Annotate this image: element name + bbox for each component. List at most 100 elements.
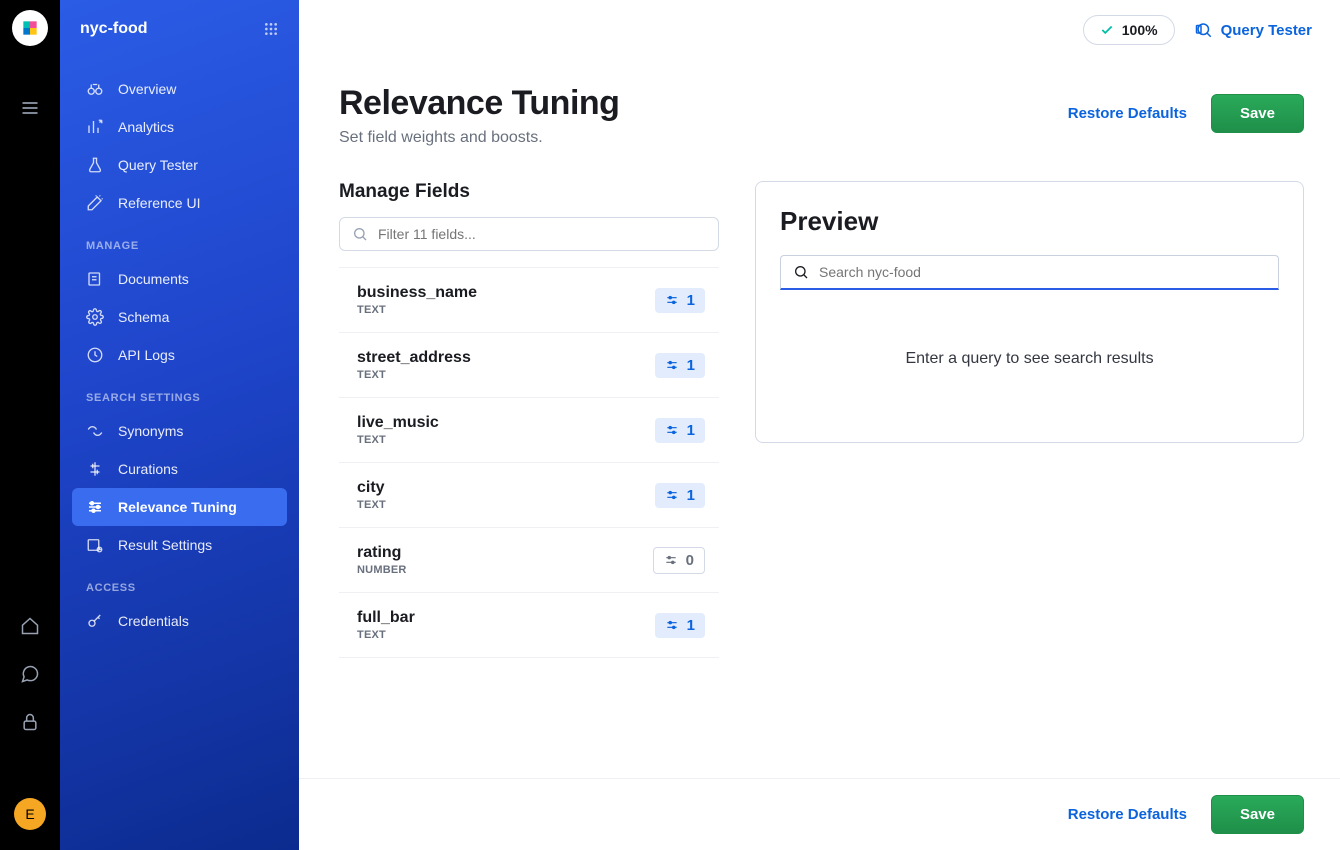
- field-name: full_bar: [357, 609, 415, 627]
- weight-value: 1: [687, 357, 695, 374]
- field-row[interactable]: full_bar TEXT 1: [339, 593, 719, 658]
- weight-badge[interactable]: 0: [653, 547, 705, 574]
- save-button-footer[interactable]: Save: [1211, 795, 1304, 834]
- synonyms-icon: [86, 422, 104, 440]
- sidebar-item-curations[interactable]: Curations: [72, 450, 287, 488]
- sidebar-group-label: ACCESS: [72, 564, 287, 602]
- sidebar-item-schema[interactable]: Schema: [72, 298, 287, 336]
- sidebar-item-label: Curations: [118, 461, 178, 477]
- sidebar-item-label: API Logs: [118, 347, 175, 363]
- page-header: Relevance Tuning Set field weights and b…: [339, 84, 1304, 147]
- sidebar-item-result-settings[interactable]: Result Settings: [72, 526, 287, 564]
- page-subtitle: Set field weights and boosts.: [339, 129, 619, 147]
- weight-value: 1: [687, 487, 695, 504]
- field-name: live_music: [357, 414, 439, 432]
- sidebar-group-label: MANAGE: [72, 222, 287, 260]
- index-progress-pill[interactable]: 100%: [1083, 15, 1175, 45]
- field-name: rating: [357, 544, 407, 562]
- analytics-icon: [86, 118, 104, 136]
- avatar[interactable]: E: [14, 798, 46, 830]
- sidebar-item-label: Credentials: [118, 613, 189, 629]
- weight-value: 1: [687, 292, 695, 309]
- sidebar-item-label: Reference UI: [118, 195, 200, 211]
- search-icon: [793, 264, 809, 280]
- sidebar-item-api-logs[interactable]: API Logs: [72, 336, 287, 374]
- weight-value: 1: [687, 422, 695, 439]
- field-type: TEXT: [357, 499, 386, 511]
- sidebar-item-label: Query Tester: [118, 157, 198, 173]
- sidebar-item-label: Overview: [118, 81, 176, 97]
- sliders-icon: [665, 358, 679, 372]
- lock-icon[interactable]: [18, 710, 42, 734]
- manage-fields-column: Manage Fields business_nameTEXT1street_a…: [339, 181, 719, 658]
- weight-badge[interactable]: 1: [655, 483, 705, 508]
- field-type: TEXT: [357, 629, 415, 641]
- sidebar-item-analytics[interactable]: Analytics: [72, 108, 287, 146]
- sidebar-item-synonyms[interactable]: Synonyms: [72, 412, 287, 450]
- field-row[interactable]: rating NUMBER 0: [339, 528, 719, 593]
- sidebar: nyc-food Overview Analytics Query Tester Re…: [60, 0, 299, 850]
- preview-card: Preview Enter a query to see search resu…: [755, 181, 1304, 443]
- filter-fields-box[interactable]: [339, 217, 719, 251]
- sidebar-item-overview[interactable]: Overview: [72, 70, 287, 108]
- save-button[interactable]: Save: [1211, 94, 1304, 133]
- sidebar-item-credentials[interactable]: Credentials: [72, 602, 287, 640]
- apps-grid-icon[interactable]: [263, 21, 279, 37]
- topbar: 100% Query Tester: [299, 0, 1340, 60]
- home-icon[interactable]: [18, 614, 42, 638]
- sidebar-item-query-tester[interactable]: Query Tester: [72, 146, 287, 184]
- preview-empty-message: Enter a query to see search results: [780, 290, 1279, 418]
- field-type: TEXT: [357, 369, 471, 381]
- chat-icon[interactable]: [18, 662, 42, 686]
- sidebar-item-label: Documents: [118, 271, 189, 287]
- sidebar-group-label: SEARCH SETTINGS: [72, 374, 287, 412]
- sliders-icon: [665, 293, 679, 307]
- page-title: Relevance Tuning: [339, 84, 619, 123]
- sidebar-item-relevance-tuning[interactable]: Relevance Tuning: [72, 488, 287, 526]
- footer-actions: Restore Defaults Save: [299, 778, 1340, 850]
- sidebar-item-documents[interactable]: Documents: [72, 260, 287, 298]
- sidebar-item-reference-ui[interactable]: Reference UI: [72, 184, 287, 222]
- weight-badge[interactable]: 1: [655, 613, 705, 638]
- binoculars-icon: [86, 80, 104, 98]
- weight-value: 1: [687, 617, 695, 634]
- preview-column: Preview Enter a query to see search resu…: [755, 181, 1304, 443]
- gear-icon: [86, 308, 104, 326]
- app-title: nyc-food: [80, 20, 148, 38]
- preview-heading: Preview: [780, 206, 1279, 237]
- weight-badge[interactable]: 1: [655, 353, 705, 378]
- field-type: TEXT: [357, 304, 477, 316]
- result-icon: [86, 536, 104, 554]
- main: 100% Query Tester Relevance Tuning Set f…: [299, 0, 1340, 850]
- sliders-icon: [86, 498, 104, 516]
- key-icon: [86, 612, 104, 630]
- field-type: NUMBER: [357, 564, 407, 576]
- search-icon: [352, 226, 368, 242]
- field-row[interactable]: street_addressTEXT1: [339, 333, 719, 398]
- filter-fields-input[interactable]: [378, 226, 706, 242]
- hamburger-icon[interactable]: [18, 96, 42, 120]
- manage-fields-heading: Manage Fields: [339, 181, 719, 203]
- preview-search-box[interactable]: [780, 255, 1279, 290]
- query-tester-link[interactable]: Query Tester: [1195, 21, 1312, 39]
- preview-search-input[interactable]: [819, 264, 1266, 280]
- curations-icon: [86, 460, 104, 478]
- sidebar-item-label: Synonyms: [118, 423, 183, 439]
- field-row[interactable]: cityTEXT1: [339, 463, 719, 528]
- sliders-icon: [665, 423, 679, 437]
- clock-icon: [86, 346, 104, 364]
- weight-badge[interactable]: 1: [655, 288, 705, 313]
- weight-value: 0: [686, 552, 694, 569]
- field-row[interactable]: business_nameTEXT1: [339, 267, 719, 333]
- restore-defaults-button[interactable]: Restore Defaults: [1068, 105, 1187, 122]
- sidebar-item-label: Relevance Tuning: [118, 499, 237, 515]
- logo[interactable]: [12, 10, 48, 46]
- restore-defaults-button-footer[interactable]: Restore Defaults: [1068, 806, 1187, 823]
- check-icon: [1100, 23, 1114, 37]
- weight-badge[interactable]: 1: [655, 418, 705, 443]
- mini-rail: E: [0, 0, 60, 850]
- field-row[interactable]: live_musicTEXT1: [339, 398, 719, 463]
- query-tester-icon: [1195, 21, 1213, 39]
- progress-pct: 100%: [1122, 22, 1158, 38]
- sidebar-item-label: Analytics: [118, 119, 174, 135]
